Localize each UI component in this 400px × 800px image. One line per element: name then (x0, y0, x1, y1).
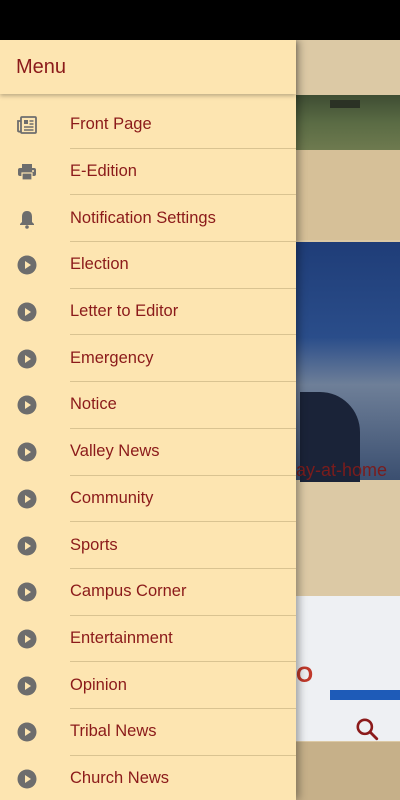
play-circle-icon (17, 442, 37, 462)
menu-item-community[interactable]: Community (0, 476, 296, 523)
menu-item-label: Notification Settings (70, 195, 296, 243)
menu-item-front-page[interactable]: Front Page (0, 102, 296, 149)
menu-item-label: Valley News (70, 429, 296, 476)
menu-item-label: Tribal News (70, 709, 296, 756)
play-circle-icon (17, 489, 37, 509)
play-circle-icon (17, 395, 37, 415)
menu-item-label: Election (70, 242, 296, 289)
menu-item-emergency[interactable]: Emergency (0, 335, 296, 383)
menu-item-election[interactable]: Election (0, 242, 296, 289)
play-circle-icon (17, 722, 37, 742)
menu-item-label: Notice (70, 382, 296, 429)
menu-item-label: Entertainment (70, 616, 296, 663)
card-text: O (296, 662, 314, 687)
navigation-drawer: Menu Front Page E-Edition Notification Set… (0, 40, 296, 800)
play-circle-icon (17, 769, 37, 789)
menu-item-letter-to-editor[interactable]: Letter to Editor (0, 289, 296, 336)
menu-item-notification-settings[interactable]: Notification Settings (0, 195, 296, 243)
play-circle-icon (17, 536, 37, 556)
menu-item-opinion[interactable]: Opinion (0, 662, 296, 709)
search-icon[interactable] (354, 716, 380, 742)
newspaper-icon (17, 115, 37, 135)
menu-item-label: Letter to Editor (70, 289, 296, 336)
article-headline[interactable]: ay-at-home (296, 460, 400, 481)
menu-item-label: E-Edition (70, 149, 296, 196)
menu-item-sports[interactable]: Sports (0, 522, 296, 569)
menu-item-label: Campus Corner (70, 569, 296, 616)
menu-item-church-news[interactable]: Church News (0, 756, 296, 800)
article-photo[interactable] (290, 95, 400, 150)
menu-item-label: Church News (70, 769, 170, 788)
bottom-bar (290, 742, 400, 800)
menu-item-label: Community (70, 476, 296, 523)
menu-item-label: Emergency (70, 335, 296, 383)
status-bar (0, 0, 400, 40)
menu-item-label: Sports (70, 522, 296, 569)
play-circle-icon (17, 302, 37, 322)
play-circle-icon (17, 255, 37, 275)
menu-item-label: Front Page (70, 102, 296, 149)
menu-item-valley-news[interactable]: Valley News (0, 429, 296, 476)
menu-item-tribal-news[interactable]: Tribal News (0, 709, 296, 756)
menu-item-campus-corner[interactable]: Campus Corner (0, 569, 296, 616)
play-circle-icon (17, 629, 37, 649)
menu-item-entertainment[interactable]: Entertainment (0, 616, 296, 663)
play-circle-icon (17, 349, 37, 369)
article-card[interactable] (290, 150, 400, 240)
article-photo[interactable] (290, 242, 400, 482)
drawer-header: Menu (0, 40, 296, 94)
menu-item-label: Opinion (70, 662, 296, 709)
drawer-title: Menu (16, 55, 67, 78)
menu-list: Front Page E-Edition Notification Settings… (0, 102, 296, 800)
menu-item-notice[interactable]: Notice (0, 382, 296, 429)
bell-icon (17, 209, 37, 229)
play-circle-icon (17, 582, 37, 602)
menu-item-e-edition[interactable]: E-Edition (0, 149, 296, 196)
printer-icon (17, 162, 37, 182)
play-circle-icon (17, 676, 37, 696)
card-text-bar (330, 690, 400, 700)
